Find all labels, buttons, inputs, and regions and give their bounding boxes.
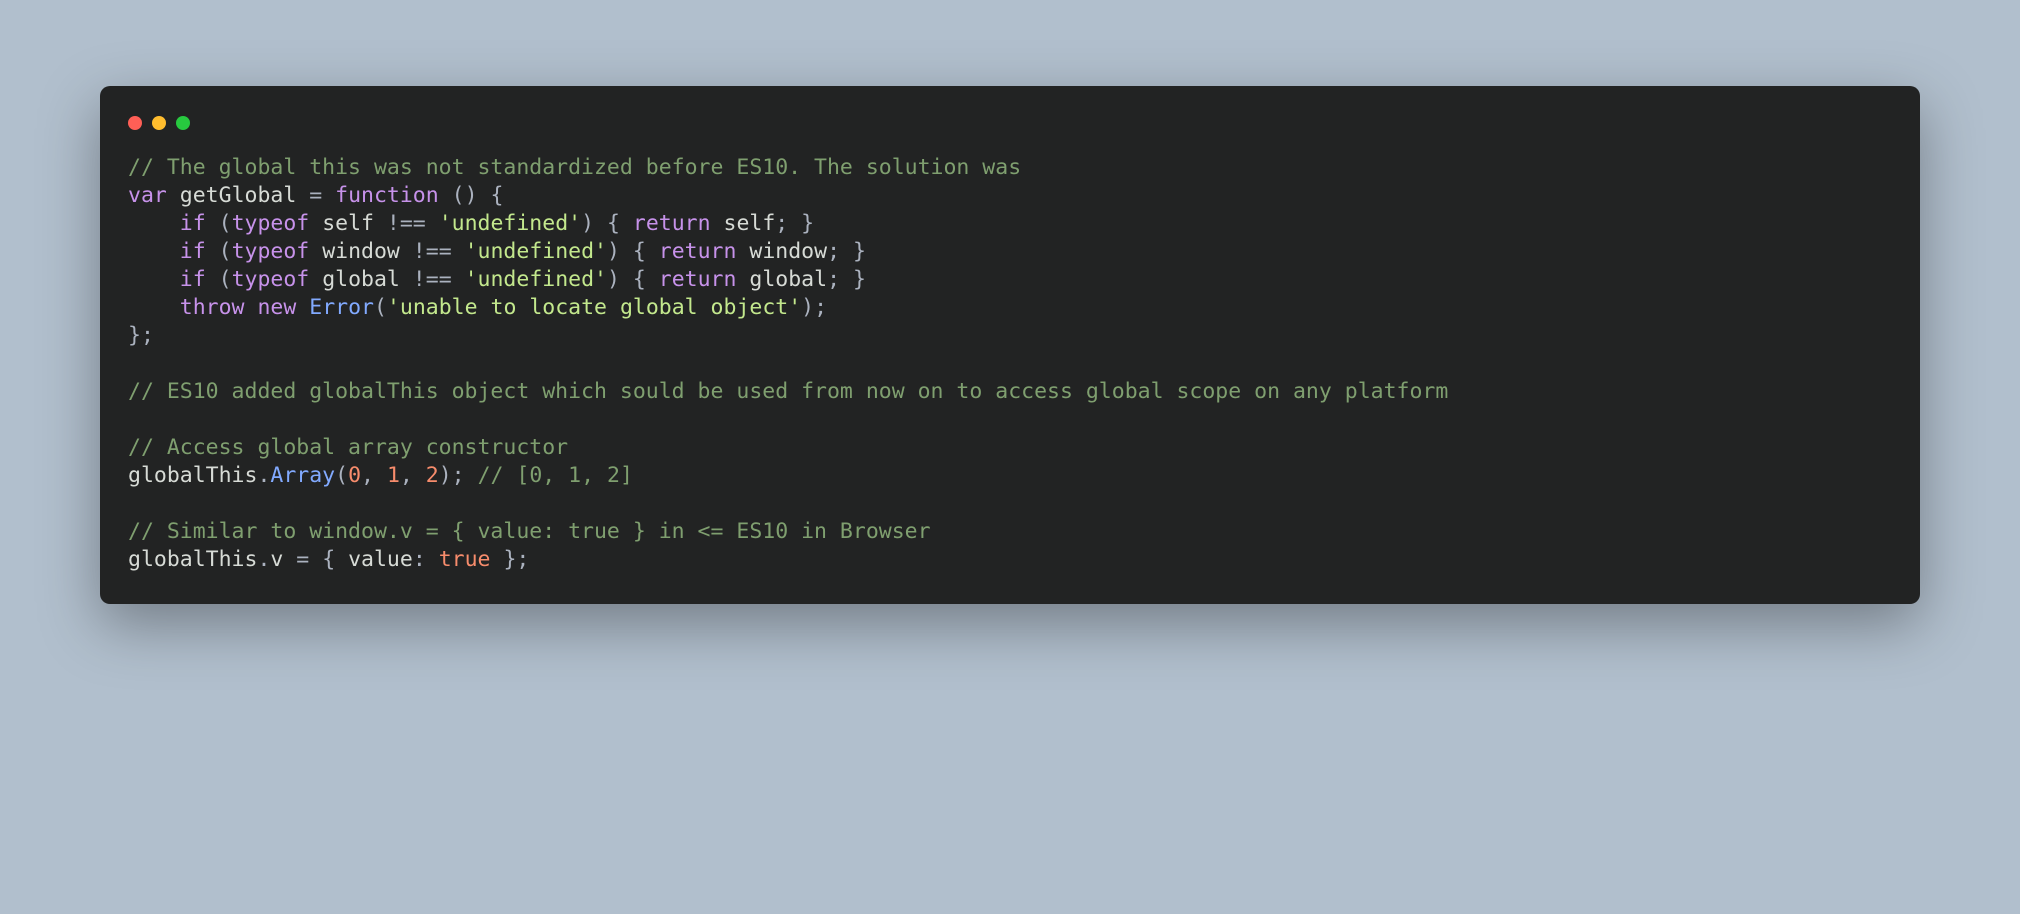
code-token: // ES10 added globalThis object which so… [128,379,1448,404]
code-token: . [257,547,270,572]
code-token: , [400,463,426,488]
code-token: = [296,183,335,208]
code-token: throw [180,295,245,320]
minimize-dot-icon[interactable] [152,116,166,130]
code-token: 1 [387,463,400,488]
code-token: window [749,239,827,264]
code-token: value [348,547,413,572]
code-token: !== [400,239,465,264]
code-token: ); [801,295,827,320]
code-token [309,267,322,292]
code-token: , [361,463,387,488]
code-token: window [322,239,400,264]
code-token: !== [400,267,465,292]
code-token: typeof [232,211,310,236]
code-token: // The global this was not standardized … [128,155,1021,180]
code-token [309,239,322,264]
code-token: ( [335,463,348,488]
code-token: // Similar to window.v = { value: true }… [128,519,931,544]
code-token: () { [439,183,504,208]
code-token: 'undefined' [439,211,581,236]
code-token: ); [439,463,478,488]
code-token: true [439,547,491,572]
code-token: = { [283,547,348,572]
code-token: return [659,239,737,264]
code-token: global [322,267,400,292]
code-token [128,295,180,320]
code-token [128,239,180,264]
code-token: globalThis [128,547,257,572]
code-token: 2 [426,463,439,488]
code-token [128,211,180,236]
code-token [296,295,309,320]
code-token: ) { [607,267,659,292]
code-token [736,267,749,292]
code-token: 'unable to locate global object' [387,295,801,320]
code-token: ( [206,211,232,236]
code-token: // [0, 1, 2] [478,463,633,488]
code-token: ) { [581,211,633,236]
code-token: if [180,211,206,236]
code-token: typeof [232,239,310,264]
code-token: if [180,267,206,292]
code-token [245,295,258,320]
code-token [711,211,724,236]
code-token: ( [206,267,232,292]
window-traffic-lights [128,114,1892,154]
code-token: global [749,267,827,292]
code-token: }; [491,547,530,572]
code-token: Array [270,463,335,488]
code-token: v [270,547,283,572]
code-token: : [413,547,439,572]
code-token: ( [206,239,232,264]
code-token: function [335,183,439,208]
code-token: Error [309,295,374,320]
code-editor-window: // The global this was not standardized … [100,86,1920,604]
code-token: ( [374,295,387,320]
code-token: ) { [607,239,659,264]
code-token: new [257,295,296,320]
code-token: return [659,267,737,292]
zoom-dot-icon[interactable] [176,116,190,130]
code-token: ; } [827,239,866,264]
code-token: ; } [827,267,866,292]
code-token [309,211,322,236]
code-token: !== [374,211,439,236]
code-token: globalThis [128,463,257,488]
code-token: . [257,463,270,488]
code-token: 'undefined' [465,267,607,292]
code-token: ; } [775,211,814,236]
code-token [128,267,180,292]
code-token: getGlobal [180,183,297,208]
code-token: 0 [348,463,361,488]
code-token: typeof [232,267,310,292]
code-token: self [322,211,374,236]
code-token: if [180,239,206,264]
code-token: }; [128,323,154,348]
code-token: return [633,211,711,236]
code-token: // Access global array constructor [128,435,568,460]
code-token: self [724,211,776,236]
code-token: 'undefined' [465,239,607,264]
code-token [736,239,749,264]
code-block: // The global this was not standardized … [128,154,1892,574]
code-token [167,183,180,208]
close-dot-icon[interactable] [128,116,142,130]
code-token: var [128,183,167,208]
